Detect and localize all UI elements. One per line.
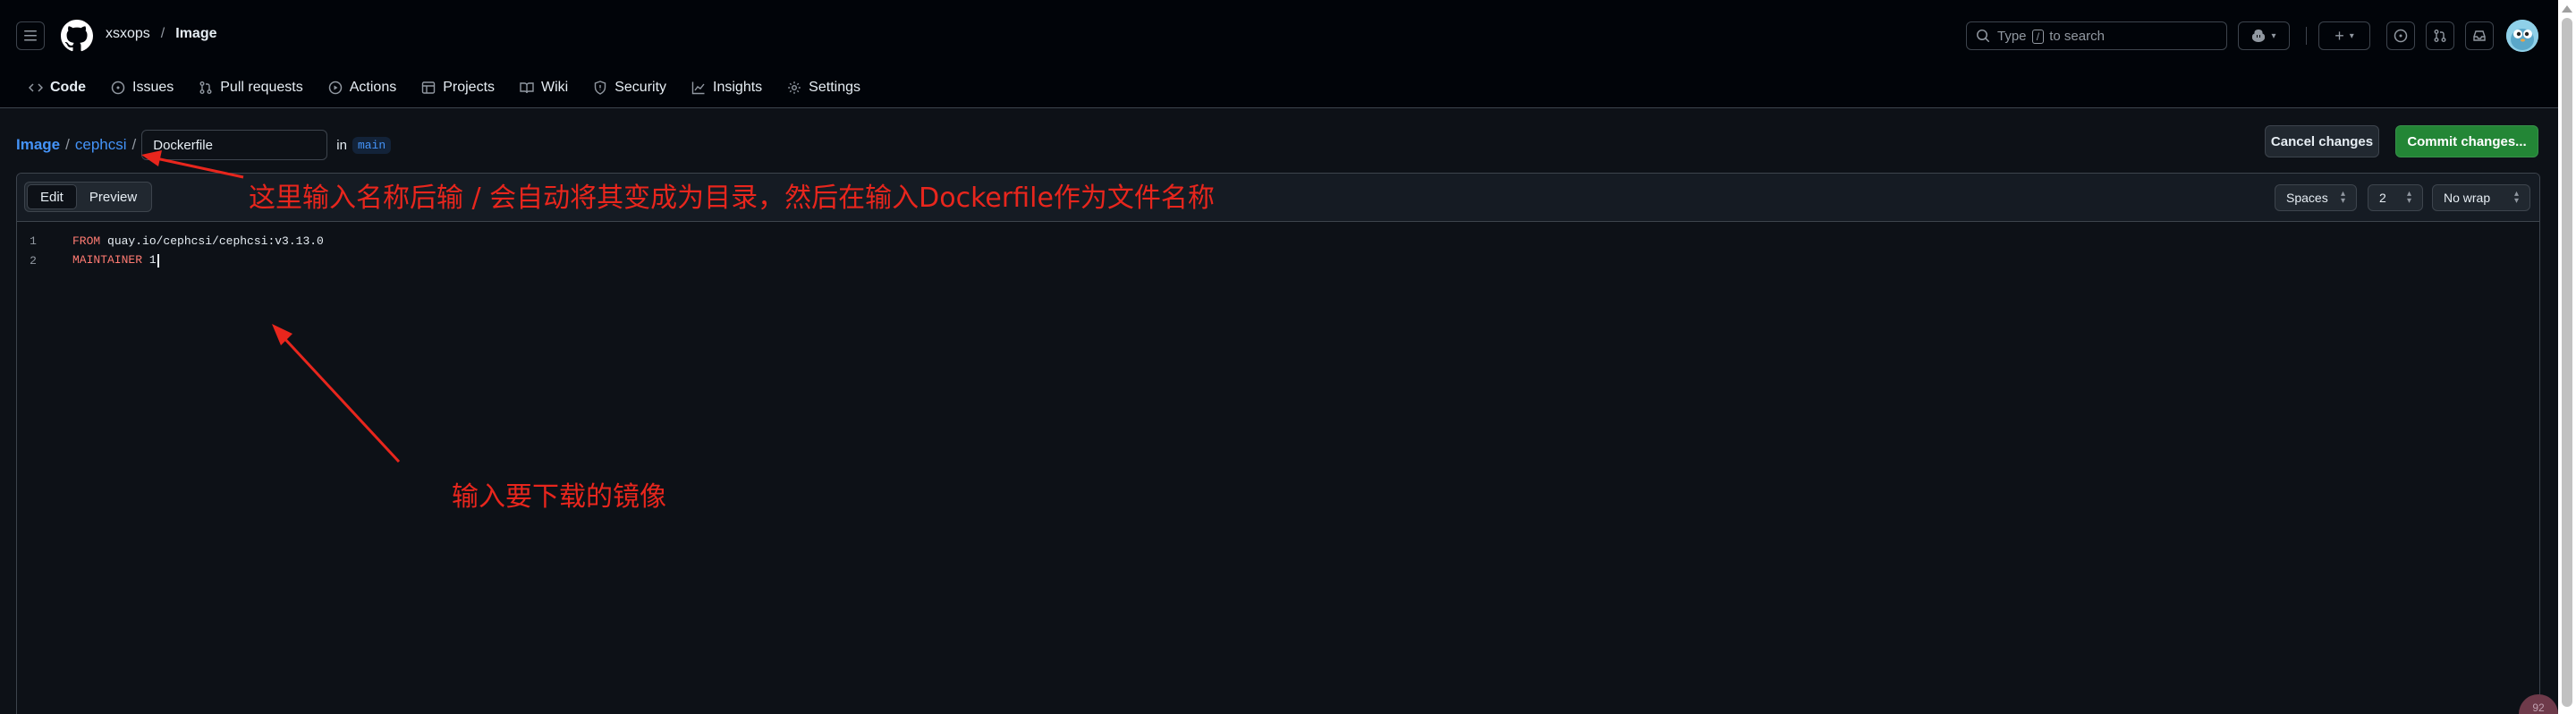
- issues-button[interactable]: [2386, 21, 2415, 50]
- path-separator: /: [160, 26, 165, 41]
- breadcrumb-repo-link[interactable]: Image: [16, 136, 60, 154]
- breadcrumb: Image / cephcsi / in main: [16, 130, 392, 160]
- global-header: xsxops / Image Type / to search ▾ + ▾: [0, 0, 2558, 72]
- tab-label: Insights: [713, 80, 763, 95]
- git-pull-request-icon: [199, 81, 212, 94]
- header-divider: [2306, 27, 2307, 45]
- issue-opened-icon: [2394, 29, 2408, 43]
- tab-edit[interactable]: Edit: [27, 184, 77, 209]
- git-pull-request-icon: [2434, 30, 2446, 42]
- tab-label: Code: [50, 80, 86, 95]
- table-icon: [422, 81, 436, 94]
- breadcrumb-separator: /: [131, 136, 137, 153]
- inbox-icon: [2473, 30, 2486, 41]
- tab-settings[interactable]: Settings: [775, 72, 873, 104]
- breadcrumb-separator: /: [65, 136, 70, 153]
- tab-label: Actions: [349, 80, 397, 95]
- indent-size-value: 2: [2379, 191, 2386, 205]
- chevron-down-icon: ▾: [2349, 30, 2354, 41]
- inbox-button[interactable]: [2465, 21, 2494, 50]
- shield-icon: [595, 81, 606, 95]
- tab-pull-requests[interactable]: Pull requests: [186, 72, 316, 104]
- repo-link[interactable]: Image: [175, 26, 216, 42]
- avatar[interactable]: [2506, 20, 2538, 52]
- plus-icon: +: [2334, 26, 2344, 45]
- line-number: 2: [30, 253, 37, 268]
- tab-label: Settings: [809, 80, 860, 95]
- create-new-button[interactable]: + ▾: [2318, 21, 2370, 50]
- gear-icon: [788, 81, 801, 94]
- tab-wiki[interactable]: Wiki: [507, 72, 580, 104]
- github-logo-icon[interactable]: [61, 20, 93, 52]
- indent-mode-select[interactable]: Spaces ▴ ▾: [2275, 184, 2357, 211]
- graph-icon: [691, 81, 705, 95]
- tab-label: Security: [614, 80, 667, 95]
- book-icon: [520, 82, 534, 94]
- user-avatar-icon: [2506, 20, 2538, 52]
- commit-changes-button[interactable]: Commit changes...: [2395, 125, 2538, 157]
- repo-path: xsxops / Image: [106, 26, 217, 42]
- tab-preview[interactable]: Preview: [77, 184, 149, 209]
- wrap-mode-value: No wrap: [2444, 191, 2491, 205]
- tab-label: Issues: [132, 80, 174, 95]
- copilot-icon: [2252, 30, 2266, 42]
- line-number: 1: [30, 234, 37, 248]
- code-icon: [29, 83, 43, 92]
- tab-issues[interactable]: Issues: [98, 72, 186, 104]
- indent-mode-value: Spaces: [2286, 191, 2328, 205]
- code-editor: Edit Preview Spaces ▴ ▾ 2 ▴ ▾ No wrap ▴ ▾ 1…: [16, 173, 2540, 714]
- search-placeholder: Type / to search: [1997, 28, 2105, 44]
- tab-projects[interactable]: Projects: [409, 72, 507, 104]
- text-cursor: [157, 253, 159, 268]
- select-arrows-icon: ▴ ▾: [2340, 189, 2345, 206]
- tab-label: Wiki: [541, 80, 569, 95]
- tab-code[interactable]: Code: [16, 72, 98, 109]
- cancel-changes-button[interactable]: Cancel changes: [2265, 125, 2379, 157]
- annotation-text-top: 这里输入名称后输 / 会自动将其变成为目录，然后在输入Dockerfile作为文…: [249, 183, 1215, 214]
- code-line: 2 MAINTAINER 1: [17, 251, 2539, 270]
- wrap-mode-select[interactable]: No wrap ▴ ▾: [2432, 184, 2530, 211]
- search-input[interactable]: Type / to search: [1966, 21, 2227, 50]
- filename-input[interactable]: [141, 130, 328, 160]
- tab-actions[interactable]: Actions: [316, 72, 409, 104]
- search-shortcut-key: /: [2031, 29, 2045, 44]
- scrollbar-thumb[interactable]: [2562, 18, 2572, 707]
- branch-badge: main: [352, 136, 392, 154]
- branch-prefix-text: in: [336, 137, 347, 153]
- hamburger-icon: [24, 30, 37, 41]
- code-line: 1 FROM quay.io/cephcsi/cephcsi:v3.13.0: [17, 231, 2539, 251]
- line-content: FROM quay.io/cephcsi/cephcsi:v3.13.0: [72, 234, 324, 248]
- owner-link[interactable]: xsxops: [106, 26, 150, 42]
- menu-button[interactable]: [16, 21, 45, 50]
- annotation-text-bottom: 输入要下载的镜像: [452, 481, 666, 513]
- line-content: MAINTAINER 1: [49, 253, 159, 268]
- copilot-button[interactable]: ▾: [2238, 21, 2290, 50]
- issue-opened-icon: [111, 81, 125, 95]
- search-icon: [1977, 30, 1990, 43]
- tab-label: Pull requests: [220, 80, 303, 95]
- tab-insights[interactable]: Insights: [679, 72, 775, 104]
- play-icon: [328, 81, 342, 95]
- scroll-up-arrow-icon[interactable]: [2562, 5, 2572, 13]
- indent-size-select[interactable]: 2 ▴ ▾: [2368, 184, 2423, 211]
- tab-security[interactable]: Security: [580, 72, 679, 104]
- select-arrows-icon: ▴ ▾: [2406, 189, 2411, 206]
- pull-requests-button[interactable]: [2426, 21, 2454, 50]
- select-arrows-icon: ▴ ▾: [2513, 189, 2519, 206]
- edit-preview-toggle: Edit Preview: [24, 182, 153, 212]
- breadcrumb-folder-link[interactable]: cephcsi: [75, 136, 127, 154]
- code-area[interactable]: 1 FROM quay.io/cephcsi/cephcsi:v3.13.0 2…: [17, 231, 2539, 270]
- tab-label: Projects: [443, 80, 496, 95]
- repo-nav-tabs: Code Issues Pull requests Actions Projec…: [16, 72, 873, 109]
- page-scrollbar[interactable]: [2558, 0, 2576, 714]
- chevron-down-icon: ▾: [2271, 30, 2276, 41]
